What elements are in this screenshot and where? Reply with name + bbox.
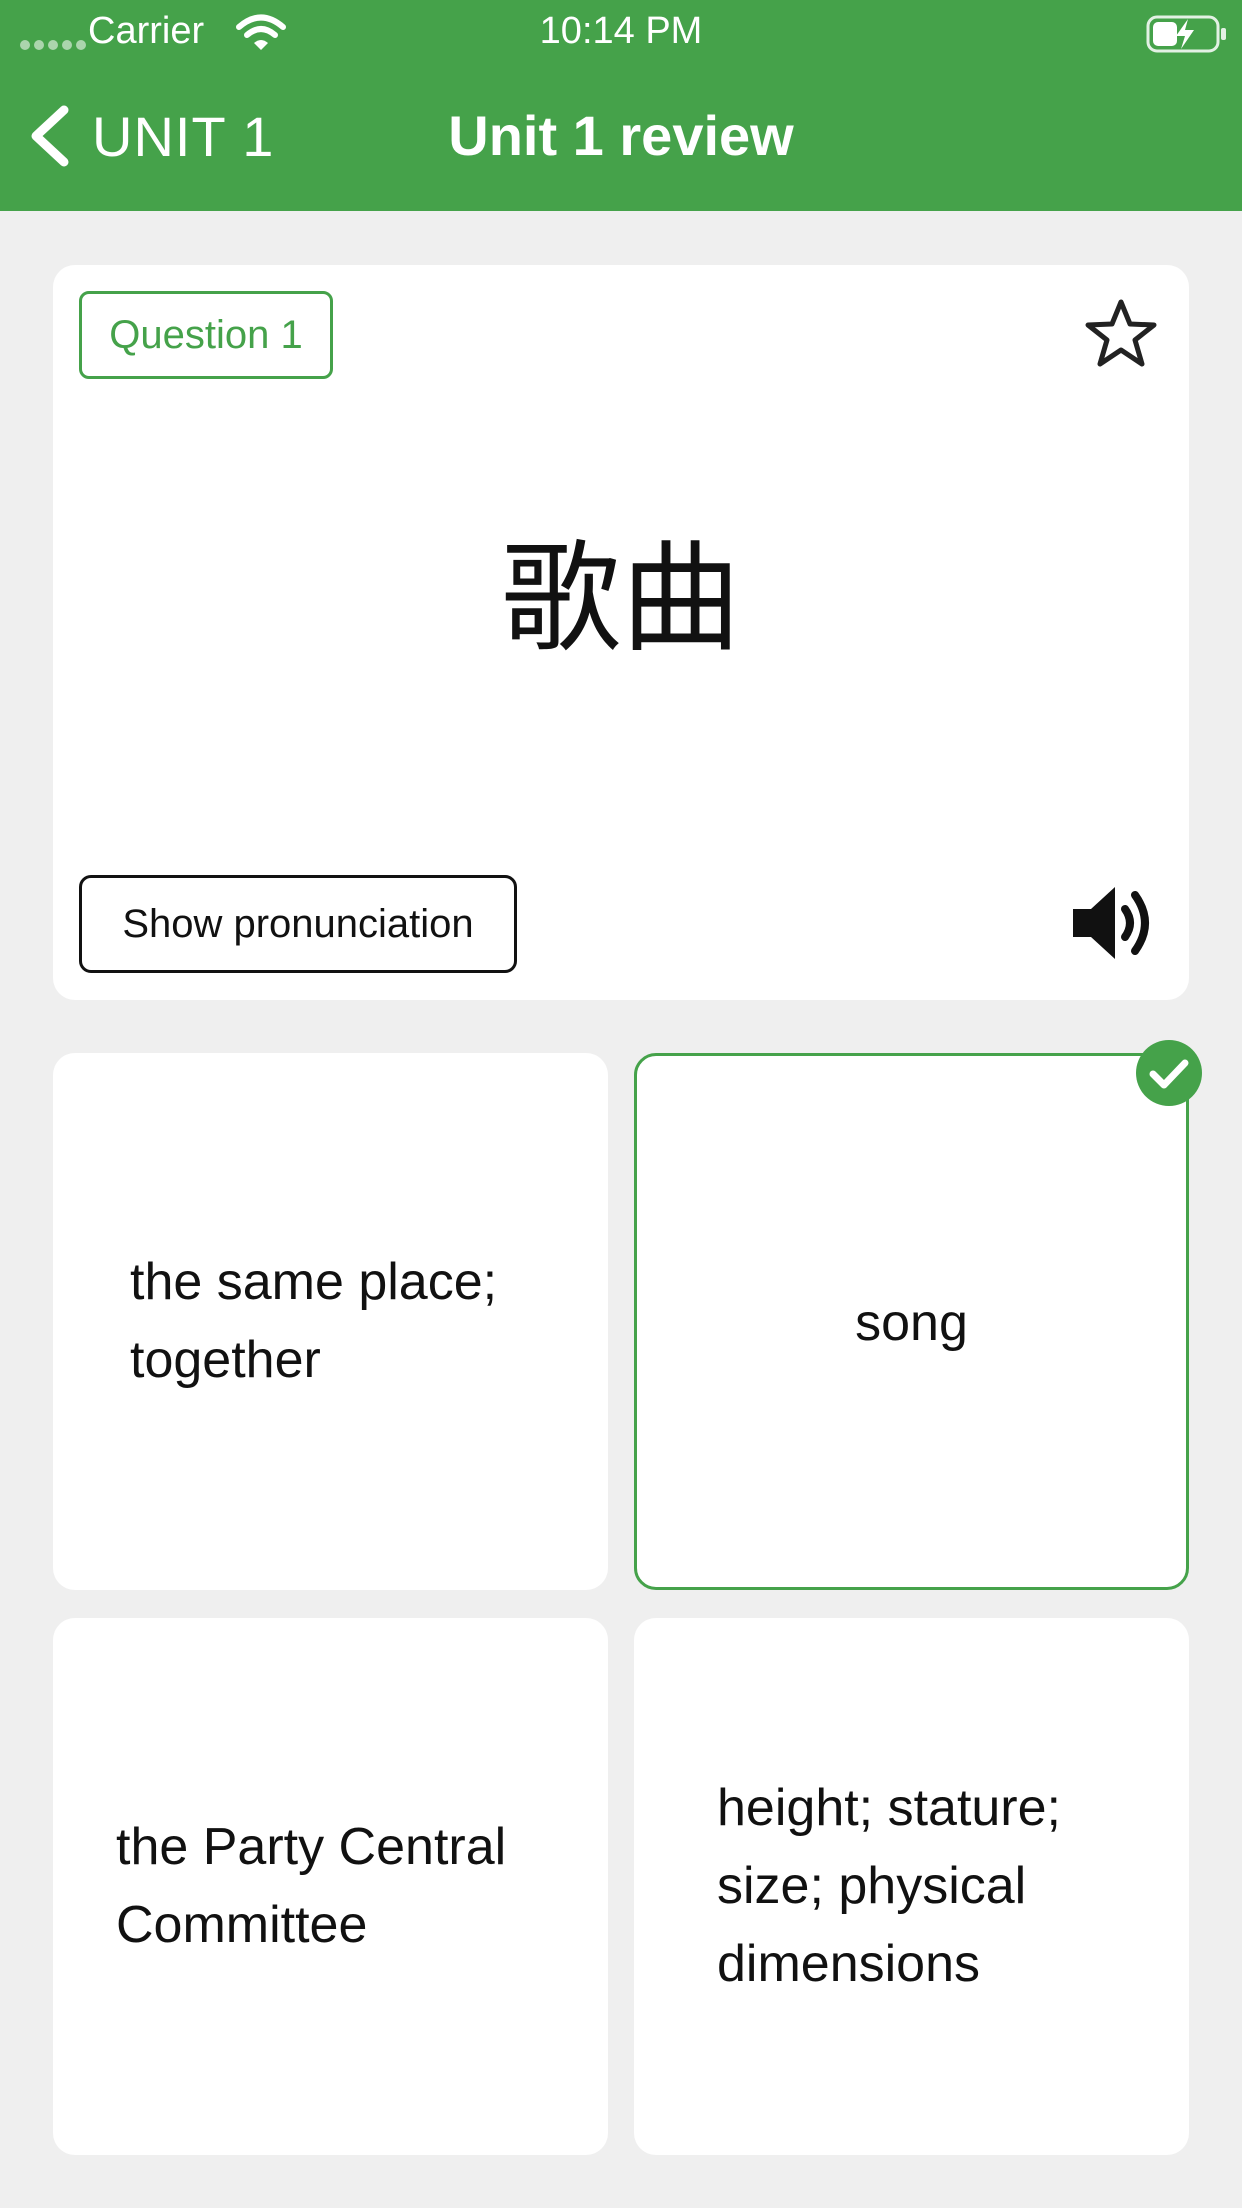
- status-bar: Carrier 10:14 PM: [0, 0, 1242, 64]
- question-number-badge: Question 1: [79, 291, 333, 379]
- correct-check-icon: [1136, 1040, 1202, 1106]
- status-time: 10:14 PM: [539, 10, 703, 52]
- answer-option-4[interactable]: height; stature; size; physical dimensio…: [634, 1618, 1189, 2155]
- star-icon[interactable]: [1085, 297, 1157, 369]
- page-title: Unit 1 review: [448, 104, 794, 167]
- speaker-icon[interactable]: [1069, 881, 1159, 965]
- app-screen: Carrier 10:14 PM UNIT 1 Unit 1 review Qu…: [0, 0, 1242, 2208]
- answer-option-2[interactable]: song: [634, 1053, 1189, 1590]
- nav-bar: UNIT 1 Unit 1 review: [0, 64, 1242, 211]
- battery-charging-icon: [1146, 15, 1226, 53]
- app-header: Carrier 10:14 PM UNIT 1 Unit 1 review: [0, 0, 1242, 211]
- answer-option-1[interactable]: the same place; together: [53, 1053, 608, 1590]
- answer-option-3[interactable]: the Party Central Committee: [53, 1618, 608, 2155]
- show-pronunciation-button[interactable]: Show pronunciation: [79, 875, 517, 973]
- question-word: 歌曲: [501, 530, 741, 669]
- answer-option-text: height; stature; size; physical dimensio…: [717, 1779, 1061, 1993]
- answer-option-text: the Party Central Committee: [116, 1818, 507, 1954]
- answer-option-text: the same place; together: [130, 1253, 498, 1389]
- answer-option-text: song: [855, 1294, 968, 1352]
- question-card: Question 1 歌曲 Show pronunciation: [53, 265, 1189, 1000]
